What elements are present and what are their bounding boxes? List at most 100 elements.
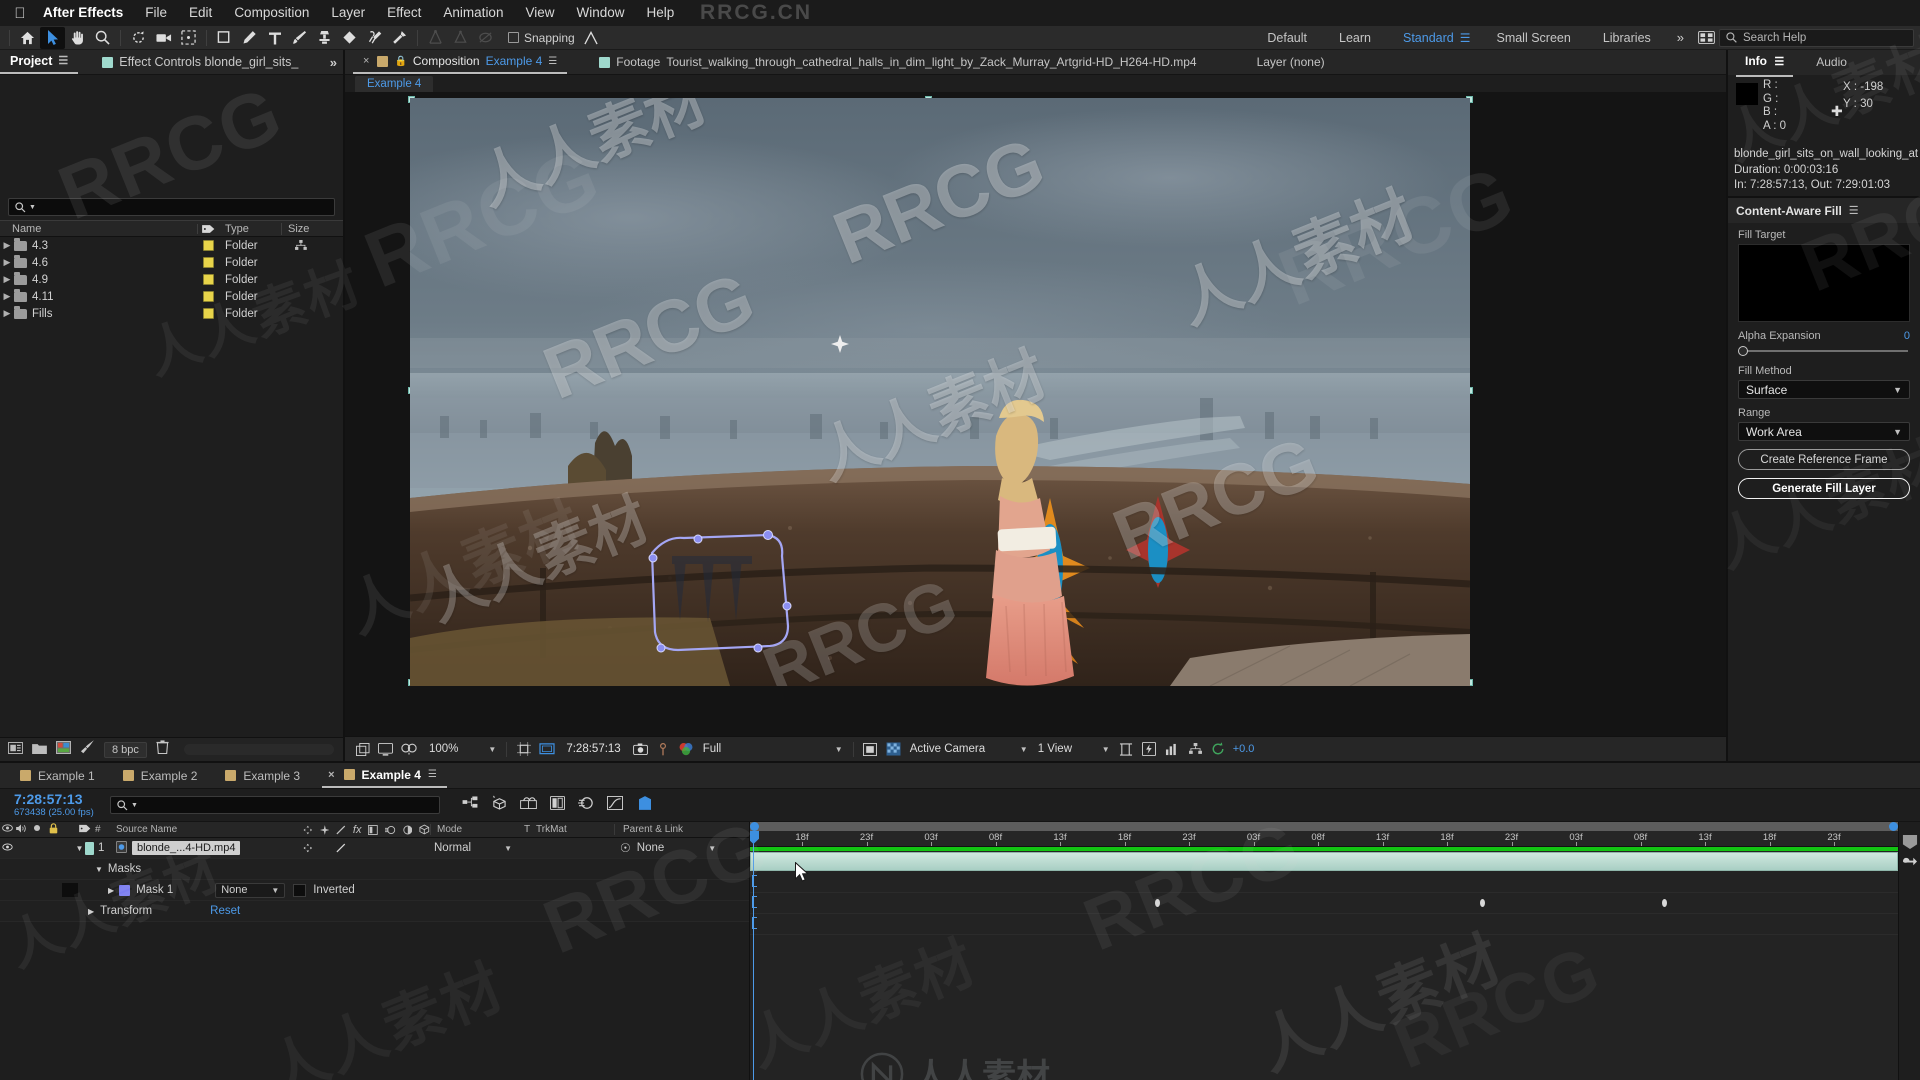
brush-tool[interactable] xyxy=(287,27,312,49)
disclosure-icon[interactable]: ▶ xyxy=(0,291,14,302)
label-color-swatch[interactable] xyxy=(203,240,214,251)
keyframe-marker[interactable] xyxy=(1662,899,1667,907)
clone-stamp-tool[interactable] xyxy=(312,27,337,49)
current-timecode[interactable]: 7:28:57:13 xyxy=(14,792,100,807)
enable-frame-blending-icon[interactable] xyxy=(550,796,565,815)
search-dropdown-icon[interactable]: ▼ xyxy=(29,204,36,211)
graph-editor-icon[interactable] xyxy=(607,796,623,815)
reset-exposure-icon[interactable] xyxy=(1207,739,1230,759)
col-mode[interactable]: Mode xyxy=(430,824,518,835)
anchor-point-tool[interactable] xyxy=(176,27,201,49)
chevron-down-icon[interactable]: ▼ xyxy=(1102,745,1110,754)
table-row[interactable]: ▼ 1 blonde_...4-HD.mp4 xyxy=(0,838,749,859)
workspace-menu-icon[interactable]: ☰ xyxy=(1460,31,1481,45)
layer-video-toggle[interactable] xyxy=(0,842,14,854)
label-color-swatch[interactable] xyxy=(203,291,214,302)
renderer-options-icon[interactable] xyxy=(1184,739,1207,759)
delete-icon[interactable] xyxy=(156,740,169,759)
col-solo-icon[interactable] xyxy=(29,824,44,835)
panel-menu-icon[interactable]: ☰ xyxy=(428,762,437,788)
region-of-interest-toggle-icon[interactable] xyxy=(859,739,882,759)
tab-composition-example4[interactable]: × 🔒 Composition Example 4 ☰ xyxy=(353,50,567,74)
close-icon[interactable]: × xyxy=(363,55,369,67)
column-name[interactable]: Name xyxy=(0,223,197,235)
camera-tool[interactable] xyxy=(151,27,176,49)
grid-guides-icon[interactable] xyxy=(512,739,535,759)
list-item[interactable]: ▶ 4.3 Folder xyxy=(0,237,343,254)
menu-window[interactable]: Window xyxy=(566,0,636,26)
draft-3d-icon[interactable] xyxy=(491,795,507,815)
tab-footage[interactable]: Footage Tourist_walking_through_cathedra… xyxy=(589,50,1206,74)
transform-disclosure-icon[interactable]: ▶ xyxy=(88,907,94,916)
workspace-layout-icon[interactable] xyxy=(1694,27,1719,49)
col-t[interactable]: T xyxy=(518,824,536,835)
shy-switch-icon[interactable] xyxy=(303,843,313,853)
list-item[interactable]: ▶ Fills Folder xyxy=(0,305,343,322)
mask-tool-2[interactable] xyxy=(448,27,473,49)
type-tool[interactable] xyxy=(262,27,287,49)
tab-example-1[interactable]: Example 1 xyxy=(14,763,117,788)
menu-after-effects[interactable]: After Effects xyxy=(32,0,134,26)
eraser-tool[interactable] xyxy=(337,27,362,49)
tab-example-4[interactable]: × Example 4 ☰ xyxy=(322,763,447,788)
menu-file[interactable]: File xyxy=(134,0,178,26)
chevron-down-icon[interactable]: ▼ xyxy=(271,886,279,895)
fill-method-select[interactable]: Surface ▼ xyxy=(1738,380,1910,399)
rotation-tool[interactable] xyxy=(126,27,151,49)
shape-tool[interactable] xyxy=(212,27,237,49)
label-color-swatch[interactable] xyxy=(203,274,214,285)
col-label-icon[interactable] xyxy=(75,824,95,836)
exposure-value[interactable]: +0.0 xyxy=(1230,743,1255,755)
disclosure-icon[interactable]: ▶ xyxy=(0,257,14,268)
pixel-aspect-correction-icon[interactable] xyxy=(1115,739,1138,759)
current-time-display[interactable]: 7:28:57:13 673438 (25.00 fps) xyxy=(0,792,100,819)
parent-pickwhip-icon[interactable]: ☉ xyxy=(620,841,631,855)
track-area[interactable]: RRCG 人人素材 RRCG xyxy=(750,847,1898,1080)
channel-rgb-icon[interactable] xyxy=(675,739,698,759)
keyframe-marker[interactable] xyxy=(1480,899,1485,907)
hide-shy-layers-icon[interactable] xyxy=(520,796,537,814)
column-label-tag[interactable] xyxy=(197,224,219,234)
list-item[interactable]: ▶ 4.6 Folder xyxy=(0,254,343,271)
snapping-toggle[interactable]: Snapping xyxy=(508,31,575,45)
label-color-swatch[interactable] xyxy=(203,257,214,268)
alpha-expansion-slider[interactable] xyxy=(1738,344,1910,357)
safe-zones-icon[interactable] xyxy=(535,739,558,759)
close-icon[interactable]: × xyxy=(328,762,334,788)
toggle-mask-visibility-icon[interactable] xyxy=(374,739,397,759)
mask-disclosure-icon[interactable]: ▶ xyxy=(108,886,114,895)
col-parent-link[interactable]: Parent & Link xyxy=(614,824,749,835)
transparency-grid-icon[interactable] xyxy=(882,739,905,759)
table-row[interactable]: ▶ Mask 1 None ▼ Inverted xyxy=(0,880,749,901)
column-size[interactable]: Size xyxy=(281,223,343,235)
menu-edit[interactable]: Edit xyxy=(178,0,223,26)
timeline-scrollbar[interactable] xyxy=(750,822,1898,831)
tab-project[interactable]: Project ☰ xyxy=(0,50,78,74)
table-row[interactable]: ▼ Masks xyxy=(0,859,749,880)
search-dropdown-icon[interactable]: ▼ xyxy=(131,802,138,809)
alpha-expansion-value[interactable]: 0 xyxy=(1904,330,1910,342)
subtab-example4[interactable]: Example 4 xyxy=(355,76,433,92)
generate-fill-layer-button[interactable]: Generate Fill Layer xyxy=(1738,478,1910,499)
tab-example-3[interactable]: Example 3 xyxy=(219,763,322,788)
col-audio-icon[interactable] xyxy=(14,824,29,836)
tab-effect-controls[interactable]: Effect Controls blonde_girl_sits_ xyxy=(92,50,308,74)
apple-icon[interactable]:  xyxy=(8,6,32,21)
workspace-learn[interactable]: Learn xyxy=(1323,31,1387,45)
timeline-extra-icon[interactable] xyxy=(639,796,651,815)
zoom-level-select[interactable]: 100% ▼ xyxy=(424,741,501,758)
disclosure-icon[interactable]: ▶ xyxy=(0,240,14,251)
selection-tool[interactable] xyxy=(40,27,65,49)
list-item[interactable]: ▶ 4.9 Folder xyxy=(0,271,343,288)
snap-arrow-icon[interactable] xyxy=(579,27,604,49)
panel-menu-icon[interactable]: ☰ xyxy=(1849,204,1859,217)
chevron-down-icon[interactable]: ▼ xyxy=(835,745,843,754)
composition-mini-flowchart-icon[interactable] xyxy=(462,796,478,814)
puppet-pin-tool[interactable] xyxy=(387,27,412,49)
snapshot-icon[interactable] xyxy=(629,739,652,759)
chevron-down-icon[interactable]: ▼ xyxy=(488,745,496,754)
menu-help[interactable]: Help xyxy=(636,0,686,26)
keyframe-marker[interactable] xyxy=(1155,899,1160,907)
col-lock-icon[interactable] xyxy=(44,823,62,837)
fast-previews-icon[interactable] xyxy=(1138,739,1161,759)
